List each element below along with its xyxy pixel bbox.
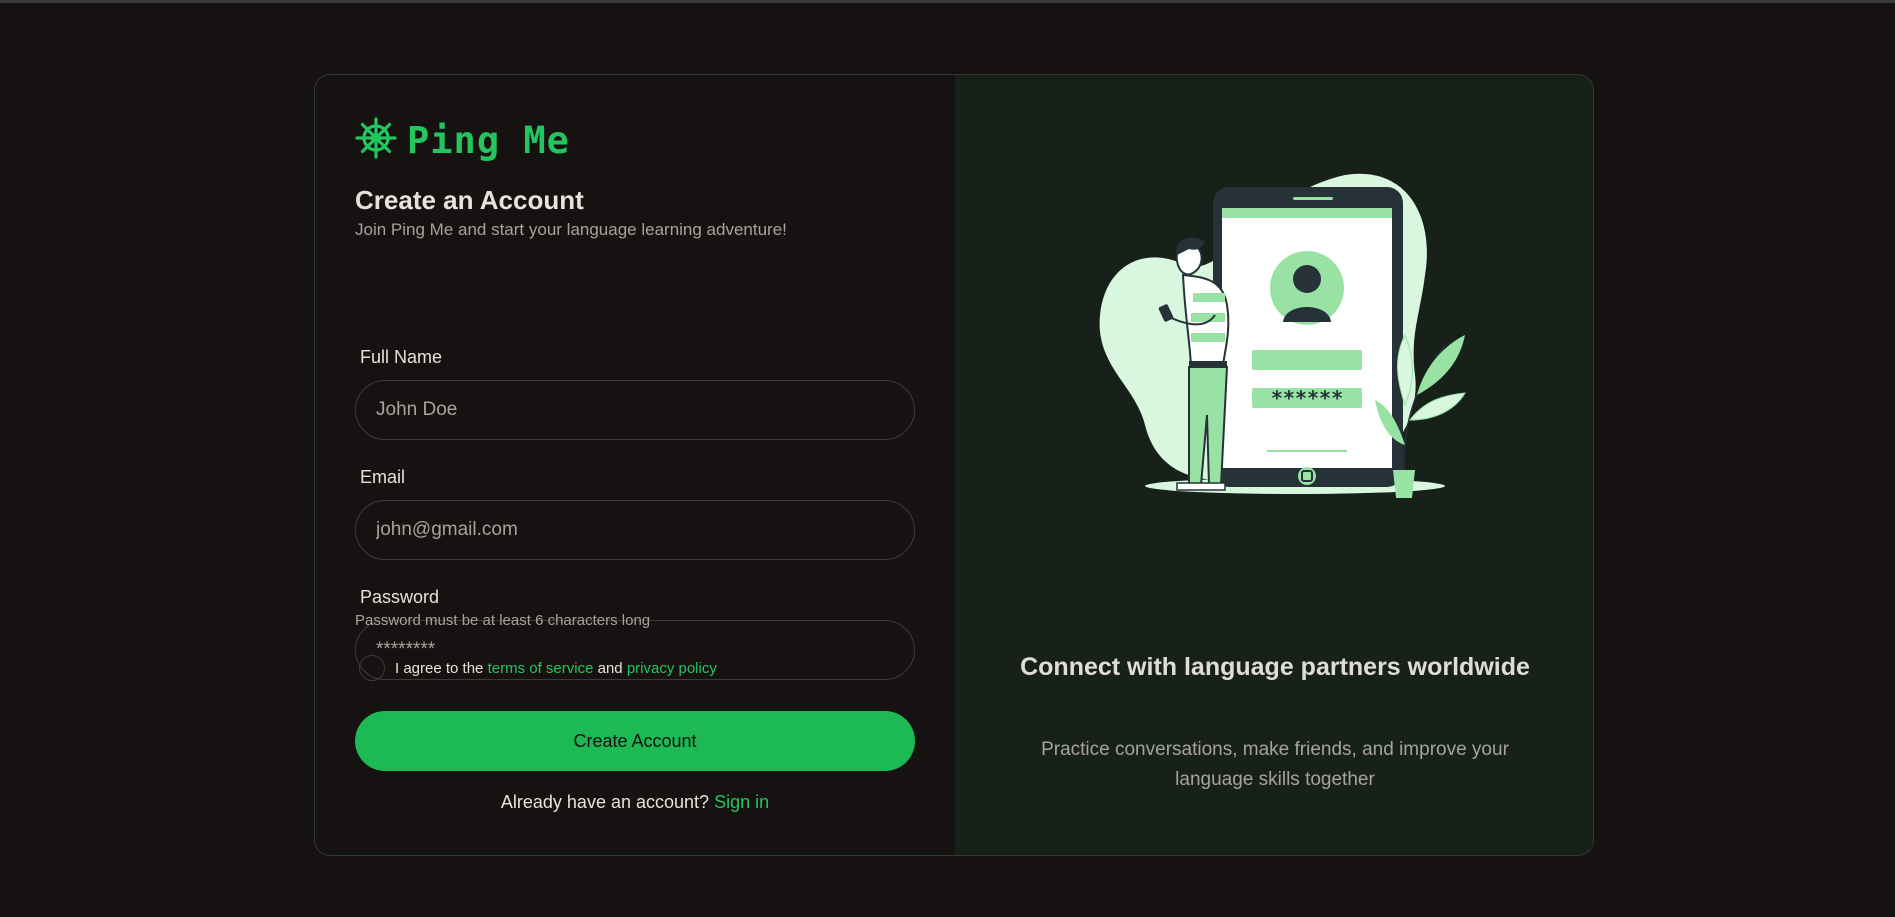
promo-panel: ****** Connect with language partners wo… bbox=[955, 75, 1593, 855]
signin-link[interactable]: Sign in bbox=[714, 792, 769, 812]
terms-agreement: I agree to the terms of service and priv… bbox=[359, 655, 717, 681]
terms-of-service-link[interactable]: terms of service bbox=[488, 660, 594, 677]
page-subtitle: Join Ping Me and start your language lea… bbox=[355, 220, 787, 239]
illustration-password-text: ****** bbox=[1271, 386, 1343, 410]
password-hint: Password must be at least 6 characters l… bbox=[355, 612, 651, 629]
email-input[interactable] bbox=[355, 500, 915, 560]
privacy-policy-link[interactable]: privacy policy bbox=[627, 660, 717, 677]
promo-text: Practice conversations, make friends, an… bbox=[1041, 739, 1509, 790]
brand-name: Ping Me bbox=[407, 119, 570, 162]
password-label: Password bbox=[360, 587, 440, 607]
signin-prompt-text: Already have an account? bbox=[500, 792, 710, 812]
promo-title: Connect with language partners worldwide bbox=[1020, 653, 1530, 681]
terms-checkbox[interactable] bbox=[359, 655, 385, 681]
brand-logo: Ping Me bbox=[355, 117, 570, 164]
create-account-button[interactable]: Create Account bbox=[355, 711, 915, 771]
phone-signup-illustration: ****** bbox=[1099, 173, 1466, 498]
ship-wheel-icon bbox=[355, 117, 397, 164]
signin-prompt: Already have an account? Sign in bbox=[315, 792, 955, 813]
full-name-input[interactable] bbox=[355, 380, 915, 440]
page-title: Create an Account bbox=[355, 185, 584, 215]
signup-form-panel: Ping Me Create an Account Join Ping Me a… bbox=[315, 75, 955, 855]
signup-card: Ping Me Create an Account Join Ping Me a… bbox=[314, 74, 1594, 856]
full-name-label: Full Name bbox=[360, 347, 443, 367]
terms-prefix: I agree to the bbox=[395, 659, 484, 677]
email-label: Email bbox=[360, 467, 406, 487]
window-top-border bbox=[0, 0, 1895, 3]
terms-and-text: and bbox=[597, 659, 623, 677]
